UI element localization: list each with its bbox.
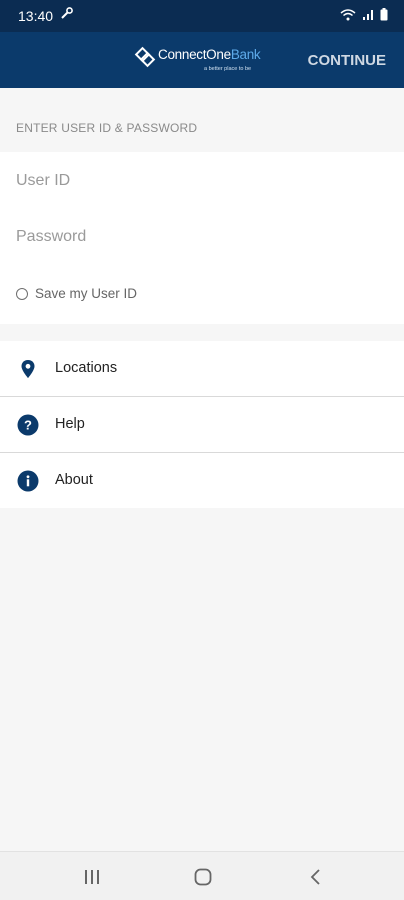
recent-apps-icon[interactable]	[80, 866, 104, 888]
login-card: Save my User ID	[0, 152, 404, 324]
save-user-id-label: Save my User ID	[35, 286, 138, 301]
system-nav-bar	[0, 851, 404, 900]
menu-item-label: About	[55, 472, 93, 488]
logo-bank: Bank	[230, 47, 261, 62]
home-icon[interactable]	[191, 866, 215, 888]
battery-icon	[380, 8, 388, 26]
logo-mark-icon	[134, 46, 156, 68]
wifi-icon	[340, 8, 356, 26]
info-icon	[17, 470, 39, 492]
menu-item-label: Help	[55, 416, 85, 432]
login-section-header: ENTER USER ID & PASSWORD	[16, 121, 198, 135]
menu-item-help[interactable]: ? Help	[0, 396, 404, 452]
menu-item-locations[interactable]: Locations	[0, 341, 404, 396]
continue-button[interactable]: CONTINUE	[308, 52, 386, 69]
save-user-id-radio[interactable]	[16, 287, 28, 300]
password-input[interactable]	[16, 221, 388, 253]
logo-name: ConnectOne	[158, 47, 231, 62]
app-bar: ConnectOneBank a better place to be CONT…	[0, 32, 404, 88]
menu-item-about[interactable]: About	[0, 452, 404, 508]
svg-text:?: ?	[24, 418, 32, 433]
menu-list: Locations ? Help About	[0, 341, 404, 508]
help-icon: ?	[17, 414, 39, 436]
logo-tagline: a better place to be	[204, 66, 252, 72]
user-id-input[interactable]	[16, 165, 388, 197]
menu-item-label: Locations	[55, 360, 118, 376]
bank-logo: ConnectOneBank a better place to be	[134, 44, 264, 78]
status-icons	[340, 8, 388, 26]
wrench-icon	[60, 6, 74, 23]
save-user-id-toggle[interactable]: Save my User ID	[16, 286, 137, 301]
status-bar: 13:40	[0, 0, 404, 32]
location-pin-icon	[17, 358, 39, 380]
back-icon[interactable]	[304, 866, 328, 888]
status-time: 13:40	[18, 8, 54, 24]
signal-icon	[362, 8, 374, 26]
